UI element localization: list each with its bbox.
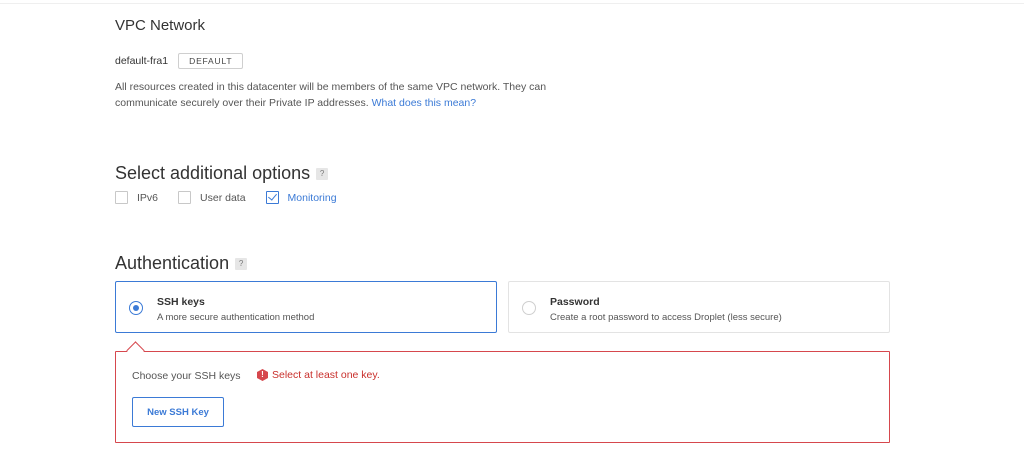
additional-options-title: Select additional options ? bbox=[115, 163, 329, 184]
what-does-this-mean-link[interactable]: What does this mean? bbox=[372, 97, 476, 109]
option-ipv6[interactable]: IPv6 bbox=[115, 191, 158, 204]
vpc-description: All resources created in this datacenter… bbox=[115, 79, 555, 111]
option-label: User data bbox=[200, 191, 246, 204]
option-label: Monitoring bbox=[287, 191, 337, 204]
ssh-keys-panel: Choose your SSH keys ! Select at least o… bbox=[115, 351, 890, 443]
auth-option-title: Password bbox=[550, 296, 600, 308]
help-icon[interactable]: ? bbox=[316, 167, 329, 180]
ssh-key-error-message: ! Select at least one key. bbox=[257, 369, 380, 381]
auth-option-title: SSH keys bbox=[157, 296, 205, 308]
auth-option-subtitle: A more secure authentication method bbox=[157, 312, 315, 323]
vpc-section-title: VPC Network bbox=[115, 17, 206, 34]
additional-options-title-text: Select additional options bbox=[115, 163, 311, 183]
monitoring-checkbox[interactable] bbox=[265, 191, 279, 204]
default-badge: DEFAULT bbox=[178, 53, 244, 69]
authentication-title-text: Authentication bbox=[115, 253, 230, 273]
password-radio[interactable] bbox=[522, 301, 536, 315]
option-label: IPv6 bbox=[137, 191, 159, 204]
user-data-checkbox[interactable] bbox=[178, 191, 192, 204]
option-user-data[interactable]: User data bbox=[178, 191, 246, 204]
help-icon[interactable]: ? bbox=[235, 257, 248, 270]
vpc-network-name: default-fra1 bbox=[115, 55, 169, 67]
ipv6-checkbox[interactable] bbox=[115, 191, 128, 204]
authentication-title: Authentication ? bbox=[115, 253, 248, 274]
auth-option-password[interactable]: Password Create a root password to acces… bbox=[508, 281, 890, 333]
additional-options-list: IPv6 User data Monitoring bbox=[115, 191, 357, 204]
top-divider bbox=[0, 3, 1024, 4]
auth-option-ssh-keys[interactable]: SSH keys A more secure authentication me… bbox=[115, 281, 497, 333]
option-monitoring[interactable]: Monitoring bbox=[265, 191, 337, 204]
new-ssh-key-button[interactable]: New SSH Key bbox=[132, 397, 224, 427]
auth-option-subtitle: Create a root password to access Droplet… bbox=[550, 312, 782, 323]
vpc-network-row: default-fra1 DEFAULT bbox=[115, 53, 244, 69]
droplet-create-page: VPC Network default-fra1 DEFAULT All res… bbox=[0, 0, 1024, 459]
vpc-description-text: All resources created in this datacenter… bbox=[115, 81, 547, 109]
choose-ssh-keys-label: Choose your SSH keys bbox=[132, 370, 241, 382]
error-icon: ! bbox=[257, 369, 268, 381]
ssh-keys-radio[interactable] bbox=[129, 301, 143, 315]
error-text: Select at least one key. bbox=[272, 369, 380, 381]
